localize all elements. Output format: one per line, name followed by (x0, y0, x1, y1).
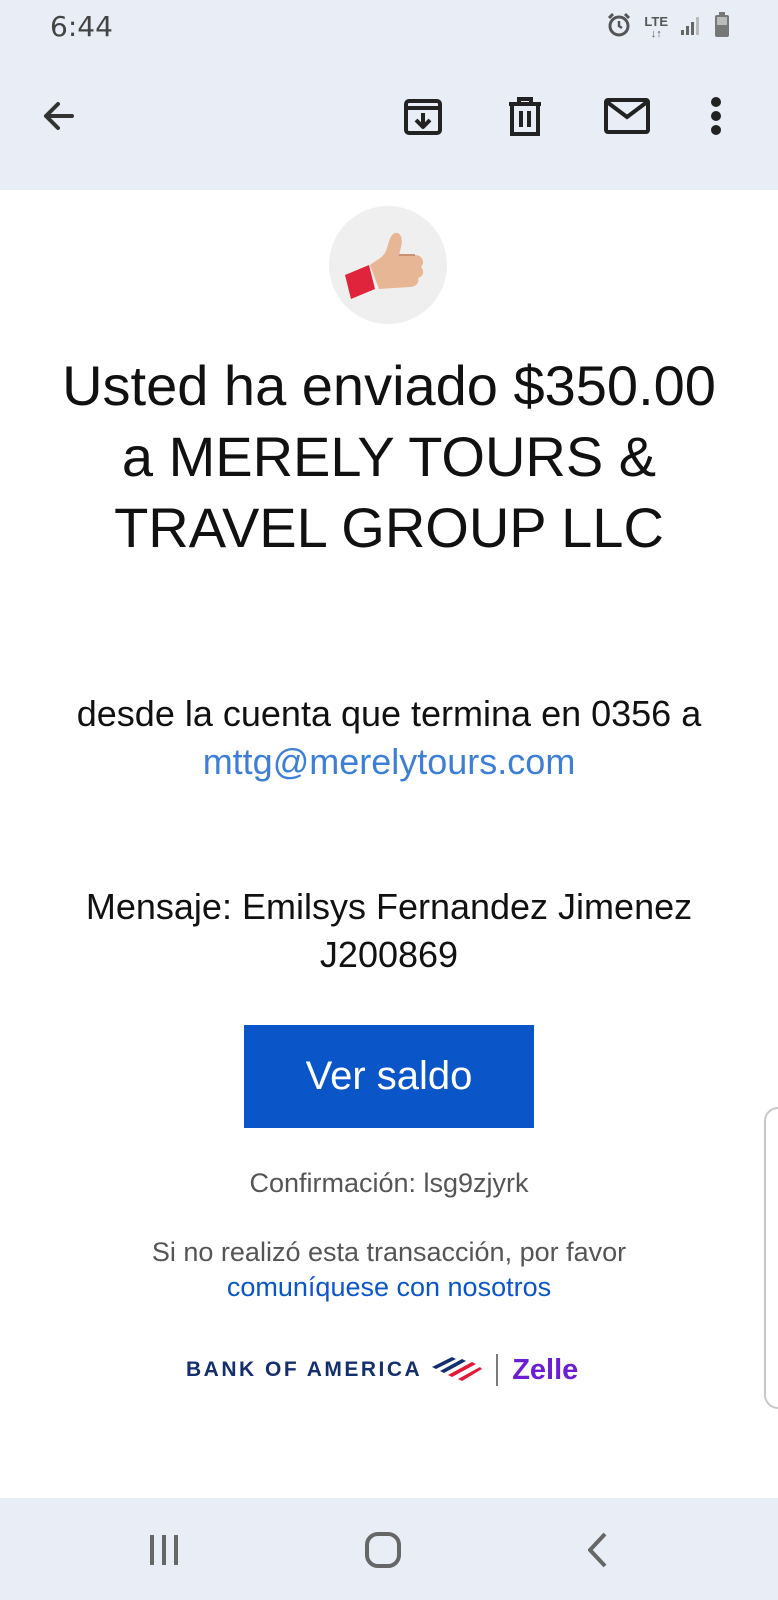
more-options-button[interactable] (686, 88, 746, 148)
brand-divider (496, 1354, 499, 1386)
lte-indicator: LTE ↓↑ (644, 13, 668, 40)
battery-icon (714, 12, 730, 43)
view-balance-button[interactable]: Ver saldo (244, 1025, 534, 1128)
bank-of-america-flag-icon (430, 1355, 483, 1386)
more-vertical-icon (710, 96, 722, 141)
bank-of-america-logo: BANK OF AMERICA (186, 1358, 423, 1381)
back-chevron-icon (585, 1531, 611, 1574)
delete-button[interactable] (495, 88, 555, 148)
arrow-left-icon (38, 96, 78, 141)
mark-unread-button[interactable] (597, 88, 657, 148)
system-nav-bar (0, 1498, 778, 1600)
recents-icon (147, 1533, 181, 1572)
scroll-handle[interactable] (764, 1107, 778, 1409)
recents-button[interactable] (136, 1524, 192, 1580)
email-headline: Usted ha enviado $350.00 a MERELY TOURS … (62, 354, 716, 559)
alarm-icon (606, 12, 632, 43)
status-time: 6:44 (50, 10, 113, 43)
email-body: Usted ha enviado $350.00 a MERELY TOURS … (0, 190, 778, 1498)
brand-footer: BANK OF AMERICA Zelle (186, 1345, 578, 1395)
archive-button[interactable] (393, 88, 453, 148)
archive-icon (401, 94, 445, 143)
nav-back-button[interactable] (570, 1524, 626, 1580)
thumbs-up-icon (343, 223, 433, 308)
status-bar: 6:44 LTE ↓↑ (0, 0, 778, 52)
confirmation-code: Confirmación: lsg9zjyrk (249, 1168, 529, 1198)
contact-us-link[interactable]: comuníquese con nosotros (60, 1270, 718, 1305)
status-icons: LTE ↓↑ (606, 12, 730, 43)
recipient-email-link[interactable]: mttg@merelytours.com (60, 738, 718, 786)
disclaimer: Si no realizó esta transacción, por favo… (60, 1235, 718, 1305)
back-button[interactable] (28, 88, 88, 148)
zelle-logo: Zelle (512, 1353, 579, 1386)
signal-icon (680, 14, 702, 41)
source-account-text: desde la cuenta que termina en 0356 a mt… (60, 690, 718, 786)
mail-icon (604, 97, 650, 139)
disclaimer-text: Si no realizó esta transacción, por favo… (151, 1237, 627, 1267)
from-line: desde la cuenta que termina en 0356 a (76, 693, 702, 734)
payment-message: Mensaje: Emilsys Fernandez Jimenez J2008… (85, 886, 693, 975)
home-icon (364, 1531, 402, 1574)
trash-icon (503, 94, 547, 143)
home-button[interactable] (355, 1524, 411, 1580)
email-toolbar (0, 52, 778, 190)
data-arrows-icon: ↓↑ (650, 27, 662, 40)
avatar (329, 206, 447, 324)
